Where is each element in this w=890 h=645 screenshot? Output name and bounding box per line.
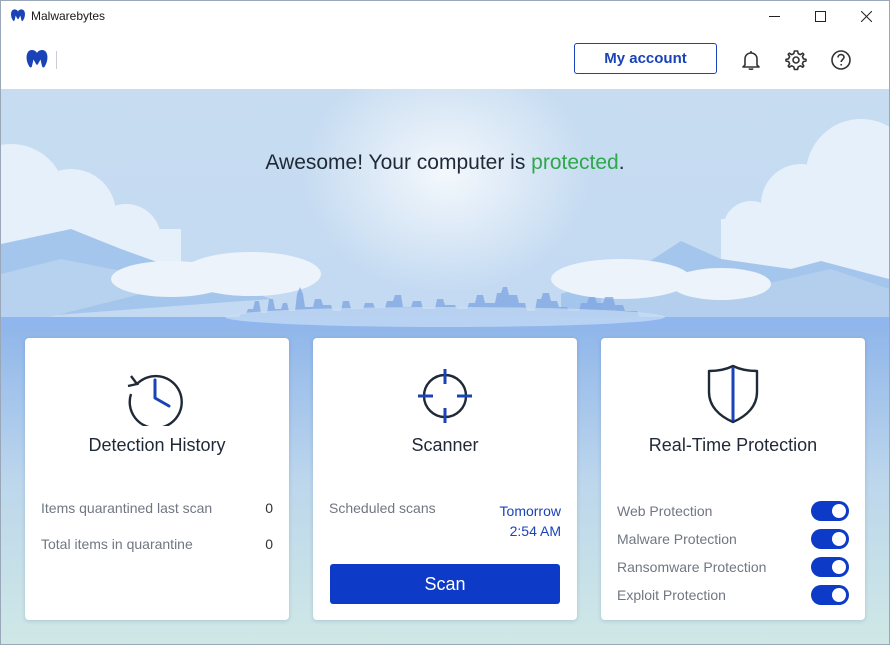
quarantined-last-scan-label: Items quarantined last scan [41,500,213,516]
web-protection-row: Web Protection [617,500,849,522]
logo-divider [56,51,57,69]
minimize-icon [768,15,780,17]
quarantined-last-scan-value: 0 [265,500,273,516]
maximize-icon [814,10,826,22]
scheduled-scan-day: Tomorrow [499,503,561,519]
quarantined-last-scan-row: Items quarantined last scan 0 [41,500,273,516]
status-hero: Awesome! Your computer is protected. Det… [1,89,889,644]
headline-period: . [618,151,625,174]
my-account-button[interactable]: My account [574,43,717,74]
help-button[interactable] [829,48,853,72]
headline-text: Awesome! Your computer is [265,151,532,174]
notifications-button[interactable] [739,48,763,72]
real-time-protection-title: Real-Time Protection [648,435,818,455]
ransomware-protection-label: Ransomware Protection [617,559,767,575]
scanner-card[interactable]: Scanner Scheduled scans Tomorrow 2:54 AM… [313,338,577,620]
app-header: My account [1,31,889,89]
settings-button[interactable] [784,48,808,72]
detection-history-card[interactable]: Detection History Items quarantined last… [25,338,289,620]
real-time-protection-icon-wrap [601,362,865,426]
close-icon [860,10,872,22]
scanner-icon-wrap [313,362,577,426]
bell-icon [742,51,760,71]
window-title: Malwarebytes [31,9,106,23]
minimize-button[interactable] [751,1,797,31]
total-quarantine-value: 0 [265,536,273,552]
scan-button[interactable]: Scan [330,564,560,604]
protection-headline: Awesome! Your computer is protected. [1,151,889,175]
detection-history-title: Detection History [88,435,226,455]
malware-protection-row: Malware Protection [617,528,849,550]
maximize-button[interactable] [797,1,843,31]
scheduled-scan-clock: 2:54 AM [509,523,561,539]
exploit-protection-row: Exploit Protection [617,584,849,606]
real-time-protection-card[interactable]: Real-Time Protection Web Protection Malw… [601,338,865,620]
total-quarantine-label: Total items in quarantine [41,536,193,552]
help-icon [831,50,851,70]
shield-icon [707,364,759,424]
ransomware-protection-toggle[interactable] [811,557,849,577]
app-window: Malwarebytes My account Awesome! Your co… [0,0,890,645]
scanner-title: Scanner [411,435,479,455]
malwarebytes-logo-icon [11,9,25,21]
malware-protection-toggle[interactable] [811,529,849,549]
title-bar[interactable]: Malwarebytes [1,1,889,31]
clock-history-icon [127,374,183,426]
exploit-protection-label: Exploit Protection [617,587,726,603]
exploit-protection-toggle[interactable] [811,585,849,605]
ransomware-protection-row: Ransomware Protection [617,556,849,578]
scheduled-scans-label: Scheduled scans [329,500,436,516]
close-button[interactable] [843,1,889,31]
web-protection-label: Web Protection [617,503,713,519]
detection-history-icon-wrap [25,362,289,426]
total-quarantine-row: Total items in quarantine 0 [41,536,273,552]
malwarebytes-logo-icon [26,50,48,68]
gear-icon [785,50,807,71]
web-protection-toggle[interactable] [811,501,849,521]
scheduled-scan-time[interactable]: Tomorrow 2:54 AM [500,501,561,541]
malware-protection-label: Malware Protection [617,531,737,547]
crosshair-icon [418,369,472,423]
protected-status: protected [531,151,619,174]
